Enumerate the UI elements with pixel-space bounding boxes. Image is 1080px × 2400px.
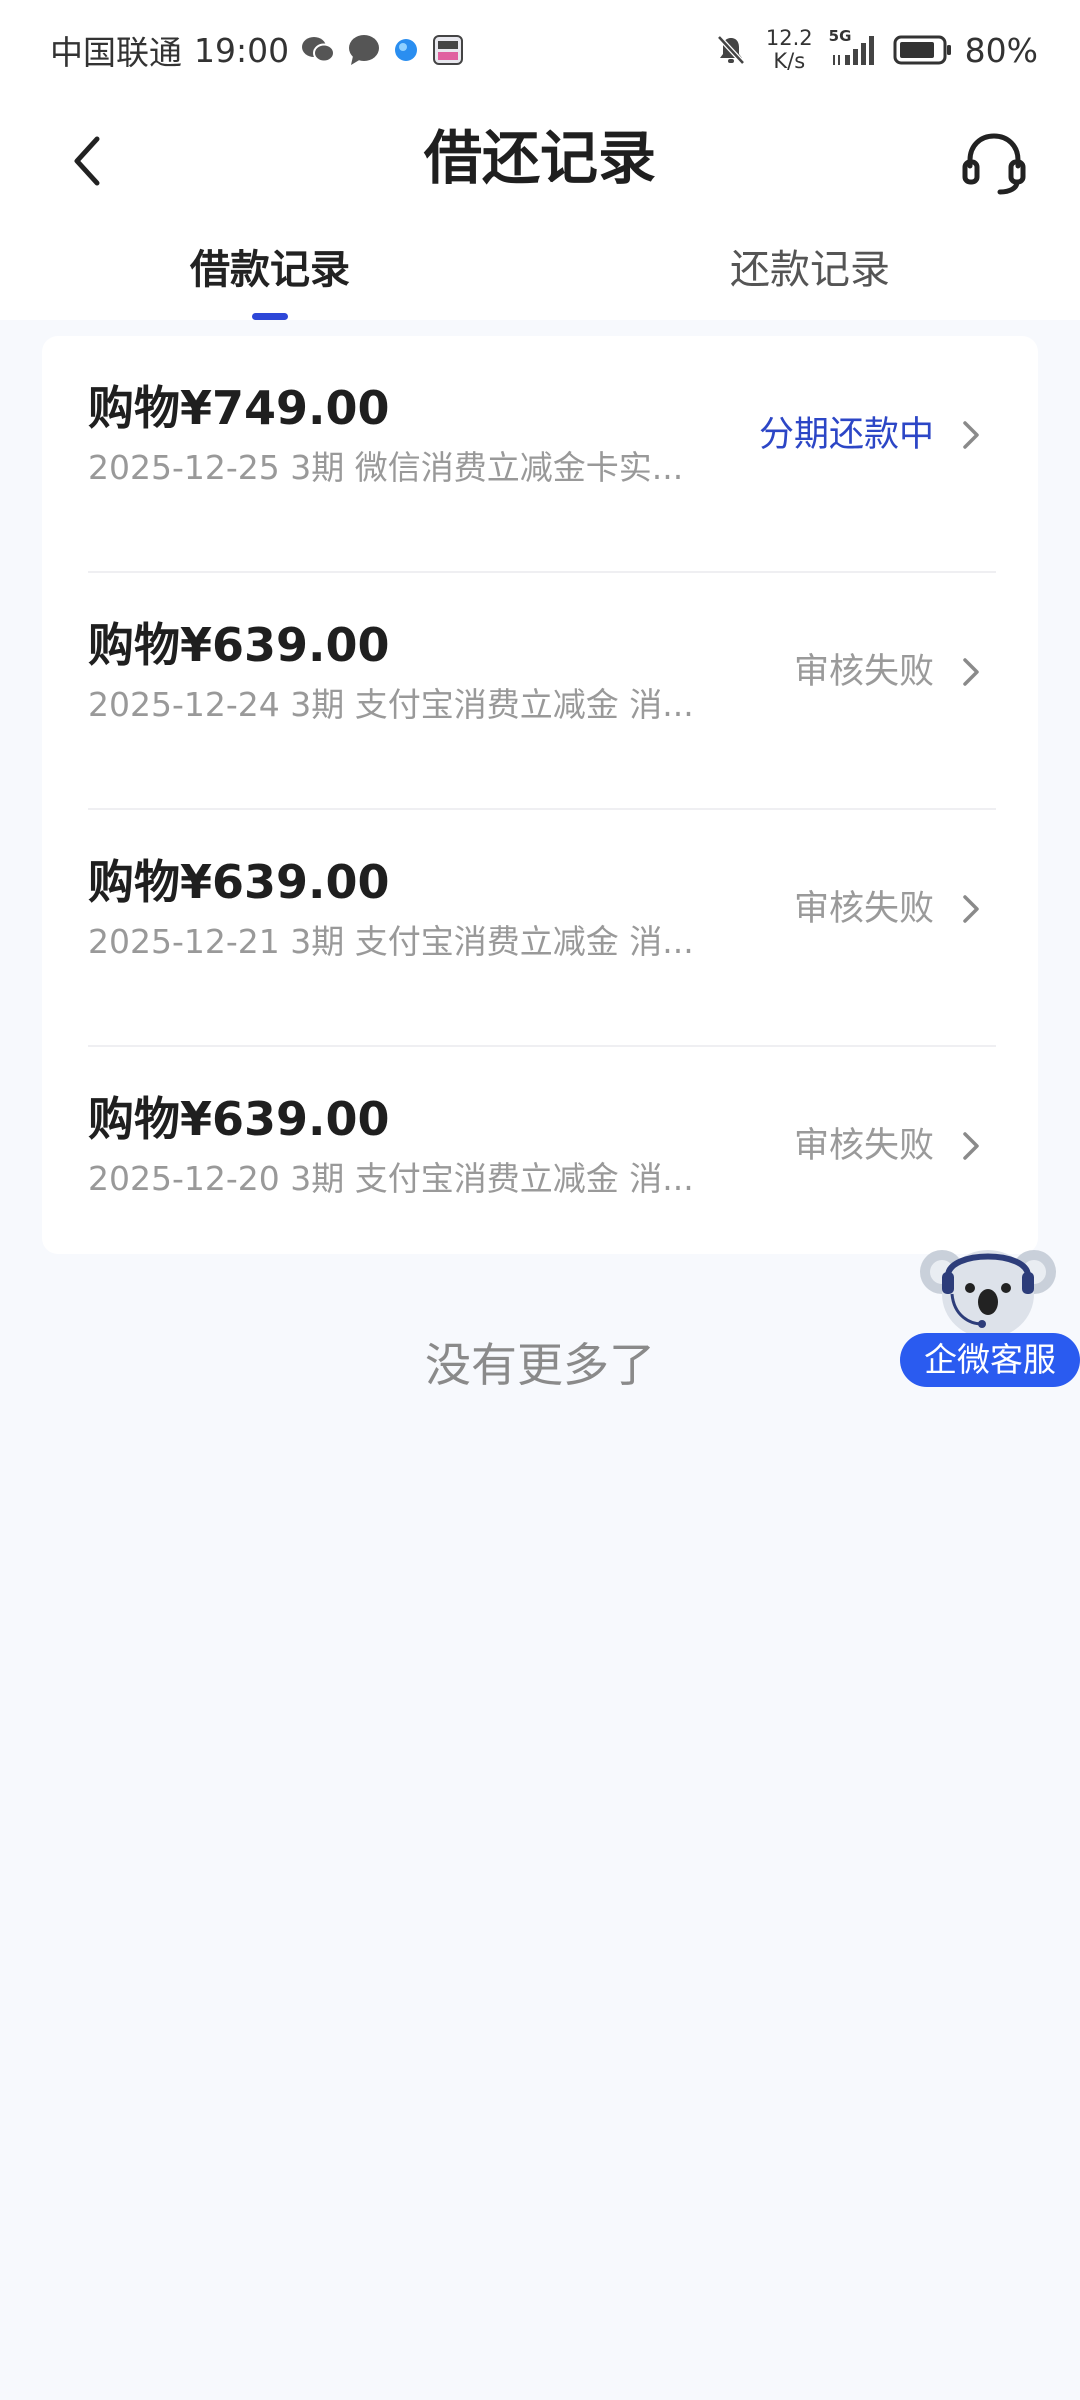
app-notification-icon	[393, 37, 419, 63]
records-list: 购物¥749.00 2025-12-25 3期 微信消费立减金卡实... 分期还…	[42, 336, 1038, 1254]
message-icon	[347, 34, 381, 66]
record-status: 审核失败	[793, 652, 934, 692]
network-speed-value: 12.2	[765, 26, 813, 50]
chevron-right-icon	[956, 1131, 986, 1161]
list-item[interactable]: 购物¥639.00 2025-12-24 3期 支付宝消费立减金 消... 审核…	[42, 573, 1038, 810]
record-detail: 2025-12-21 3期 支付宝消费立减金 消...	[88, 922, 694, 961]
battery-icon	[893, 34, 953, 66]
page-title: 借还记录	[423, 124, 656, 192]
record-amount: 购物¥639.00	[88, 855, 390, 909]
list-item[interactable]: 购物¥639.00 2025-12-20 3期 支付宝消费立减金 消... 审核…	[42, 1047, 1038, 1284]
record-status: 审核失败	[793, 889, 934, 929]
status-bar-left: 中国联通 19:00	[50, 26, 465, 74]
mute-bell-icon	[714, 33, 748, 67]
network-speed: 12.2 K/s	[766, 27, 813, 73]
tab-repay-records-label: 还款记录	[730, 247, 890, 293]
tab-borrow-records-label: 借款记录	[190, 247, 350, 293]
record-amount: 购物¥639.00	[88, 618, 390, 672]
network-speed-unit: K/s	[773, 49, 806, 73]
list-item[interactable]: 购物¥639.00 2025-12-21 3期 支付宝消费立减金 消... 审核…	[42, 810, 1038, 1047]
page: 中国联通 19:00 12.2 K/s 5G 80% 借还记录 借款记录 还款记…	[0, 0, 1080, 2400]
chevron-right-icon	[956, 894, 986, 924]
record-status: 分期还款中	[758, 415, 934, 455]
chevron-right-icon	[956, 420, 986, 450]
carrier-label: 中国联通	[50, 33, 182, 72]
app-header: 借还记录 借款记录 还款记录	[0, 100, 1080, 320]
record-detail: 2025-12-20 3期 支付宝消费立减金 消...	[88, 1159, 694, 1198]
tab-repay-records[interactable]: 还款记录	[660, 230, 960, 320]
headset-icon	[962, 133, 1026, 195]
tab-borrow-records[interactable]: 借款记录	[120, 230, 420, 320]
status-bar-right: 12.2 K/s 5G 80%	[714, 27, 1038, 73]
floating-service-label: 企微客服	[900, 1333, 1080, 1387]
battery-percent: 80%	[964, 30, 1038, 70]
record-tabs: 借款记录 还款记录	[0, 230, 1080, 320]
chevron-right-icon	[956, 657, 986, 687]
record-detail: 2025-12-25 3期 微信消费立减金卡实...	[88, 448, 684, 487]
koala-mascot-icon	[920, 1250, 1056, 1338]
customer-service-button[interactable]	[952, 120, 1036, 204]
signal-5g-icon: 5G	[829, 27, 881, 67]
list-item[interactable]: 购物¥749.00 2025-12-25 3期 微信消费立减金卡实... 分期还…	[42, 336, 1038, 573]
record-amount: 购物¥639.00	[88, 1092, 390, 1146]
active-tab-indicator	[252, 313, 288, 320]
app-store-icon	[431, 33, 465, 67]
wechat-icon	[301, 35, 336, 65]
record-detail: 2025-12-24 3期 支付宝消费立减金 消...	[88, 685, 694, 724]
record-status: 审核失败	[793, 1126, 934, 1166]
floating-customer-service-button[interactable]: 企微客服	[900, 1236, 1080, 1392]
status-bar: 中国联通 19:00 12.2 K/s 5G 80%	[0, 0, 1080, 100]
clock: 19:00	[194, 30, 290, 70]
signal-label: 5G	[828, 27, 852, 45]
record-amount: 购物¥749.00	[88, 381, 390, 435]
